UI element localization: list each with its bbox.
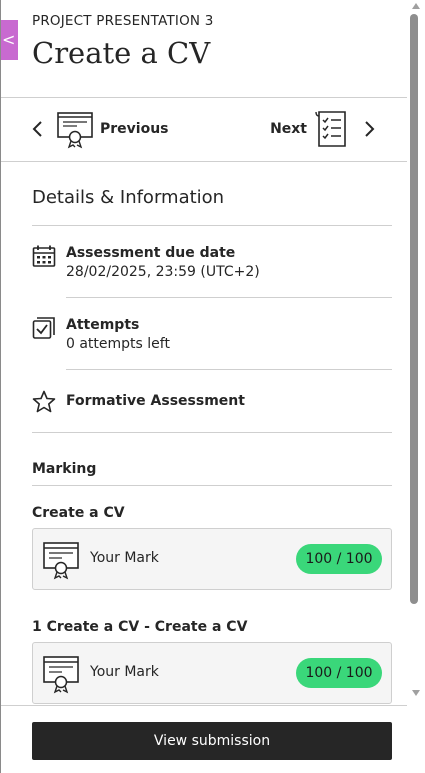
calendar-icon: [32, 245, 56, 267]
marking-item-label: 1 Create a CV - Create a CV: [32, 619, 248, 635]
details-heading: Details & Information: [32, 187, 225, 208]
chevron-right-icon: [365, 121, 375, 137]
scroll-down-arrow-icon[interactable]: [412, 690, 420, 696]
previous-button[interactable]: Previous: [31, 108, 169, 150]
panel-header: PROJECT PRESENTATION 3 Create a CV: [1, 0, 408, 98]
divider: [66, 369, 392, 370]
next-label: Next: [270, 121, 307, 137]
assessment-navigation: Previous Next: [1, 98, 408, 162]
previous-label: Previous: [100, 121, 169, 137]
formative-label: Formative Assessment: [66, 393, 245, 409]
marking-heading: Marking: [32, 461, 97, 477]
page-title: Create a CV: [32, 36, 211, 70]
divider: [32, 485, 392, 486]
divider: [32, 225, 392, 226]
marking-item-label: Create a CV: [32, 505, 125, 521]
divider: [32, 432, 392, 433]
mark-card[interactable]: Your Mark 100 / 100: [32, 642, 392, 704]
next-button[interactable]: Next: [270, 108, 376, 150]
attempts-row: Attempts 0 attempts left: [32, 316, 170, 354]
scrollbar[interactable]: [407, 0, 425, 773]
due-date-row: Assessment due date 28/02/2025, 23:59 (U…: [32, 244, 260, 282]
your-mark-label: Your Mark: [90, 550, 159, 566]
certificate-icon: [43, 542, 79, 580]
divider: [66, 297, 392, 298]
formative-row: Formative Assessment: [32, 390, 245, 414]
your-mark-label: Your Mark: [90, 664, 159, 680]
view-submission-button[interactable]: View submission: [32, 722, 392, 760]
scroll-up-arrow-icon[interactable]: [412, 3, 420, 9]
attempts-value: 0 attempts left: [66, 336, 170, 352]
certificate-icon: [57, 112, 93, 149]
panel-footer: View submission: [1, 705, 408, 773]
score-badge: 100 / 100: [296, 658, 382, 688]
checkbox-icon: [32, 317, 55, 339]
assessment-panel: PROJECT PRESENTATION 3 Create a CV < Pre…: [0, 0, 408, 773]
score-badge: 100 / 100: [296, 544, 382, 574]
due-date-value: 28/02/2025, 23:59 (UTC+2): [66, 264, 260, 280]
due-date-label: Assessment due date: [66, 245, 236, 261]
attempts-label: Attempts: [66, 317, 140, 333]
mark-card[interactable]: Your Mark 100 / 100: [32, 528, 392, 590]
chevron-left-icon: [32, 121, 42, 137]
course-eyebrow: PROJECT PRESENTATION 3: [32, 13, 214, 29]
scrollbar-thumb[interactable]: [410, 14, 418, 604]
certificate-icon: [43, 656, 79, 694]
close-panel-button[interactable]: <: [1, 20, 18, 60]
chevron-left-icon: <: [2, 30, 16, 49]
checklist-icon: [315, 111, 346, 147]
star-icon: [32, 390, 56, 413]
